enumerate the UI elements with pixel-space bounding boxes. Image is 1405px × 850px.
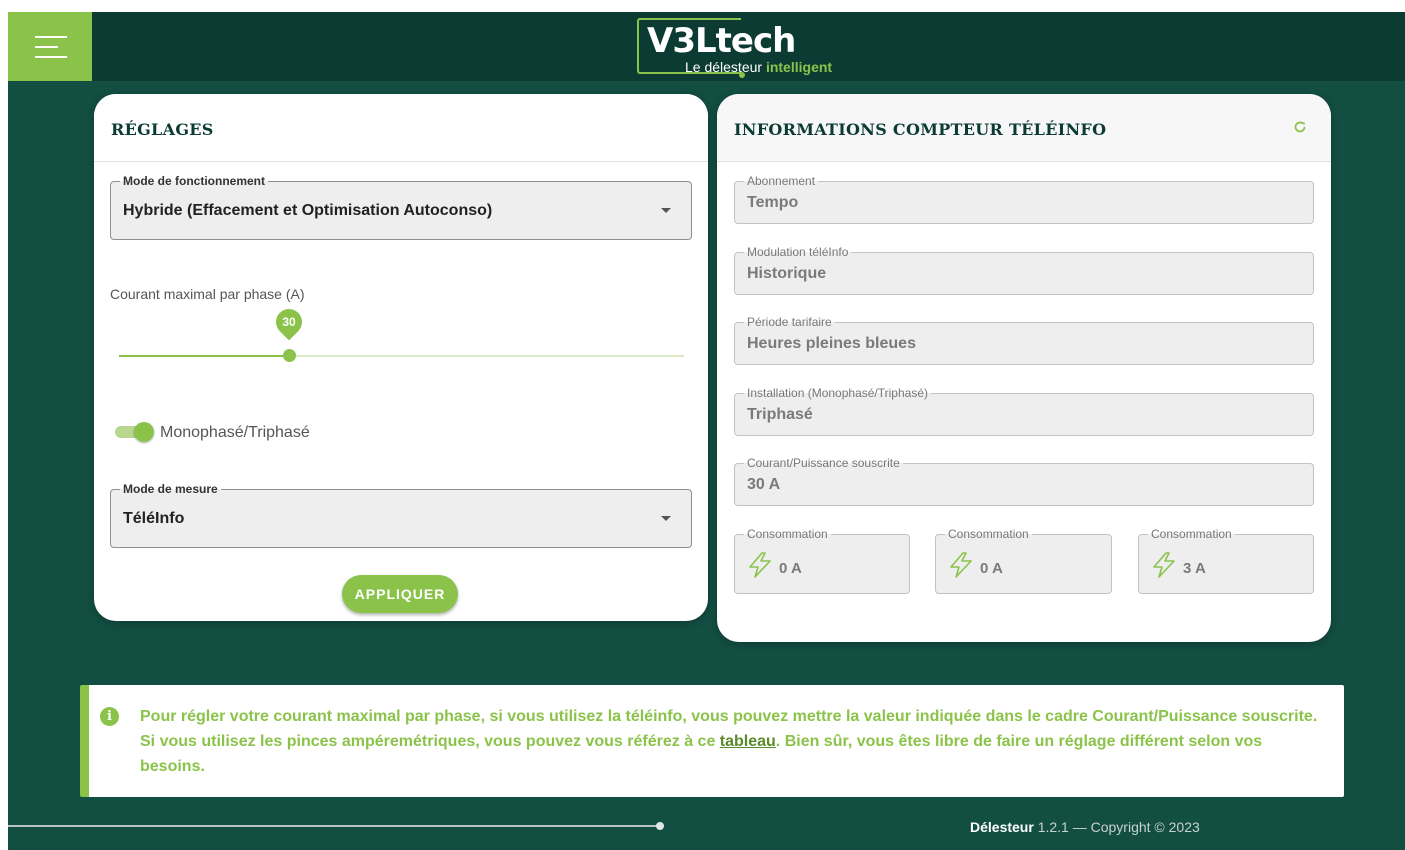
operating-mode-select[interactable]: Mode de fonctionnement Hybride (Effaceme… <box>110 174 692 240</box>
consumption-value: 3 A <box>1183 560 1206 577</box>
top-bar: V3Ltech Le délesteur intelligent <box>8 12 1405 81</box>
info-alert: i Pour régler votre courant maximal par … <box>80 685 1344 797</box>
chevron-down-icon <box>661 208 671 213</box>
slider-thumb[interactable] <box>283 349 296 362</box>
meter-field-value: Heures pleines bleues <box>747 335 916 352</box>
logo-subtitle-accent: intelligent <box>765 59 833 75</box>
meter-field-label: Période tarifaire <box>744 315 835 329</box>
meter-title: INFORMATIONS COMPTEUR TÉLÉINFO <box>734 120 1107 139</box>
consumption-box: Consommation 3 A <box>1138 527 1314 594</box>
meter-field: Installation (Monophasé/Triphasé) Tripha… <box>734 386 1314 436</box>
logo-title: V3Ltech <box>647 21 796 61</box>
measure-mode-select[interactable]: Mode de mesure TéléInfo <box>110 482 692 548</box>
plug-icon <box>656 822 664 830</box>
meter-field-label: Modulation téléInfo <box>744 245 852 259</box>
footer-app-name: Délesteur <box>970 819 1034 835</box>
meter-field: Modulation téléInfo Historique <box>734 245 1314 295</box>
info-alert-text: Pour régler votre courant maximal par ph… <box>140 704 1330 779</box>
consumption-label: Consommation <box>1148 527 1235 541</box>
settings-card-header: RÉGLAGES <box>94 94 708 162</box>
lightning-icon <box>749 552 771 578</box>
meter-field-value: 30 A <box>747 476 781 493</box>
consumption-box: Consommation 0 A <box>734 527 910 594</box>
phase-toggle[interactable] <box>113 422 155 442</box>
apply-button[interactable]: APPLIQUER <box>342 575 458 613</box>
slider-value: 30 <box>282 315 296 329</box>
slider-value-bubble: 30 <box>270 303 308 341</box>
refresh-icon[interactable] <box>1293 120 1307 134</box>
max-current-label: Courant maximal par phase (A) <box>110 286 305 302</box>
footer-version: 1.2.1 — Copyright © 2023 <box>1033 819 1200 835</box>
toggle-knob <box>134 422 154 442</box>
consumption-value: 0 A <box>779 560 802 577</box>
operating-mode-value: Hybride (Effacement et Optimisation Auto… <box>123 202 493 219</box>
meter-field: Courant/Puissance souscrite 30 A <box>734 456 1314 506</box>
refresh-icon-glyph <box>1294 121 1306 133</box>
measure-mode-label: Mode de mesure <box>120 482 221 496</box>
lightning-icon <box>1153 552 1175 578</box>
meter-field: Abonnement Tempo <box>734 174 1314 224</box>
consumption-value: 0 A <box>980 560 1003 577</box>
chevron-down-icon <box>661 516 671 521</box>
max-current-slider[interactable]: 30 <box>119 303 684 362</box>
meter-field-label: Abonnement <box>744 174 819 188</box>
meter-field: Période tarifaire Heures pleines bleues <box>734 315 1314 365</box>
meter-field-value: Historique <box>747 265 827 282</box>
footer-cable <box>8 825 658 827</box>
meter-info-card: INFORMATIONS COMPTEUR TÉLÉINFO Abonnemen… <box>717 94 1331 642</box>
meter-field-value: Tempo <box>747 194 799 211</box>
consumption-label: Consommation <box>945 527 1032 541</box>
hamburger-icon-line <box>35 56 67 58</box>
meter-field-label: Courant/Puissance souscrite <box>744 456 903 470</box>
meter-field-value: Triphasé <box>747 406 813 423</box>
consumption-label: Consommation <box>744 527 831 541</box>
menu-button[interactable] <box>8 12 92 81</box>
hamburger-icon-line <box>35 46 58 48</box>
phase-toggle-label: Monophasé/Triphasé <box>160 424 310 441</box>
slider-fill <box>119 355 289 357</box>
consumption-box: Consommation 0 A <box>935 527 1112 594</box>
lightning-icon <box>950 552 972 578</box>
table-link[interactable]: tableau <box>720 733 776 750</box>
settings-title: RÉGLAGES <box>111 120 214 139</box>
settings-card: RÉGLAGES Mode de fonctionnement Hybride … <box>94 94 708 621</box>
meter-field-label: Installation (Monophasé/Triphasé) <box>744 386 931 400</box>
operating-mode-label: Mode de fonctionnement <box>120 174 268 188</box>
app-page: V3Ltech Le délesteur intelligent RÉGLAGE… <box>8 12 1405 850</box>
measure-mode-value: TéléInfo <box>123 510 185 527</box>
info-icon: i <box>100 707 119 726</box>
brand-logo: V3Ltech Le délesteur intelligent <box>633 16 873 78</box>
hamburger-icon <box>35 36 67 38</box>
footer-copyright: Délesteur 1.2.1 — Copyright © 2023 <box>970 819 1200 835</box>
logo-subtitle: Le délesteur intelligent <box>685 59 832 75</box>
meter-card-header: INFORMATIONS COMPTEUR TÉLÉINFO <box>717 94 1331 162</box>
logo-subtitle-plain: Le délesteur <box>685 59 763 75</box>
